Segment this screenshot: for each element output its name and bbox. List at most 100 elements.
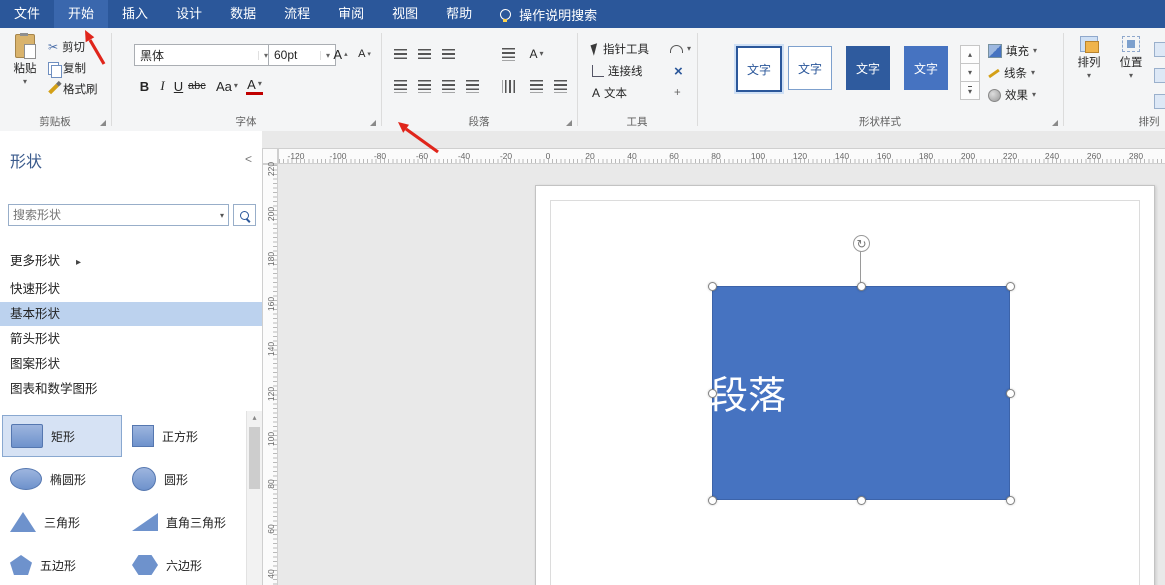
- tab-视图[interactable]: 视图: [378, 0, 432, 28]
- tab-帮助[interactable]: 帮助: [432, 0, 486, 28]
- clipped-ribbon-button[interactable]: [1154, 68, 1165, 83]
- connector-tool-button[interactable]: 连接线: [592, 62, 643, 80]
- align-top-button[interactable]: [392, 44, 409, 64]
- shape-search-button[interactable]: [233, 204, 256, 226]
- increase-indent-button[interactable]: [552, 76, 569, 96]
- resize-handle-se[interactable]: [1006, 496, 1015, 505]
- category-基本形状[interactable]: 基本形状: [0, 302, 262, 326]
- tab-设计[interactable]: 设计: [162, 0, 216, 28]
- resize-handle-s[interactable]: [857, 496, 866, 505]
- connection-point-tool-button[interactable]: ×: [674, 62, 683, 80]
- pentagon-icon: [10, 555, 32, 575]
- styles-scroll-up-button[interactable]: ▴: [960, 45, 980, 64]
- grow-font-button[interactable]: A ▴: [332, 44, 349, 64]
- resize-handle-sw[interactable]: [708, 496, 717, 505]
- justify-button[interactable]: [464, 76, 481, 96]
- resize-handle-e[interactable]: [1006, 389, 1015, 398]
- bold-button[interactable]: B: [136, 76, 153, 96]
- clipped-ribbon-button[interactable]: [1154, 42, 1165, 57]
- fill-button[interactable]: 填充 ▾: [988, 42, 1037, 60]
- tab-开始[interactable]: 开始: [54, 0, 109, 28]
- shape-item-五边形[interactable]: 五边形: [2, 544, 122, 585]
- scrollbar-thumb[interactable]: [249, 427, 260, 489]
- shape-search-input[interactable]: [9, 208, 216, 222]
- arrange-button[interactable]: 排列 ▾: [1070, 34, 1108, 80]
- shape-item-矩形[interactable]: 矩形: [2, 415, 122, 457]
- cut-button[interactable]: ✂ 剪切: [48, 38, 85, 56]
- format-painter-button[interactable]: 格式刷: [48, 80, 98, 98]
- shrink-font-button[interactable]: A ▾: [356, 44, 373, 64]
- category-快速形状[interactable]: 快速形状: [0, 277, 262, 301]
- shape-item-椭圆形[interactable]: 椭圆形: [2, 458, 122, 500]
- shape-item-六边形[interactable]: 六边形: [124, 544, 244, 585]
- tab-流程[interactable]: 流程: [270, 0, 324, 28]
- align-middle-button[interactable]: [416, 44, 433, 64]
- category-图案形状[interactable]: 图案形状: [0, 352, 262, 376]
- h-ruler-label: 20: [585, 151, 595, 161]
- shape-item-正方形[interactable]: 正方形: [124, 415, 244, 457]
- change-case-button[interactable]: Aa ▾: [216, 76, 238, 96]
- style-preview-label: 文字: [746, 62, 771, 77]
- line-button[interactable]: 线条 ▾: [988, 64, 1035, 82]
- copy-button[interactable]: 复制: [48, 59, 86, 78]
- shape-item-直角三角形[interactable]: 直角三角形: [124, 501, 244, 543]
- bullets-button[interactable]: [500, 44, 517, 64]
- arc-tool-button[interactable]: ▾: [670, 40, 691, 58]
- dialog-launcher-icon[interactable]: [370, 120, 376, 126]
- dialog-launcher-icon[interactable]: [566, 120, 572, 126]
- collapse-panel-icon[interactable]: <: [245, 152, 252, 166]
- position-button[interactable]: 位置 ▾: [1112, 34, 1150, 80]
- font-group-label: 字体: [235, 116, 257, 128]
- resize-handle-ne[interactable]: [1006, 282, 1015, 291]
- selected-rectangle-shape[interactable]: 段落: [710, 286, 1010, 500]
- panel-scrollbar[interactable]: ▴: [246, 411, 262, 585]
- text-tool-button[interactable]: A 文本: [592, 84, 627, 102]
- styles-more-button[interactable]: ▾: [960, 81, 980, 100]
- tell-me-search[interactable]: 操作说明搜索: [500, 5, 597, 24]
- dialog-launcher-icon[interactable]: [1052, 120, 1058, 126]
- shape-item-三角形[interactable]: 三角形: [2, 501, 122, 543]
- style-preview-medium[interactable]: 文字: [904, 46, 948, 90]
- dialog-launcher-icon[interactable]: [100, 120, 106, 126]
- tab-文件[interactable]: 文件: [0, 0, 54, 28]
- decrease-indent-button[interactable]: [528, 76, 545, 96]
- resize-handle-w[interactable]: [708, 389, 717, 398]
- v-ruler-label: 200: [266, 206, 276, 222]
- clipped-ribbon-button[interactable]: [1154, 94, 1165, 109]
- align-right-button[interactable]: [440, 76, 457, 96]
- align-bottom-button[interactable]: [440, 44, 457, 64]
- more-tools-button[interactable]: +: [674, 84, 681, 102]
- tab-数据[interactable]: 数据: [216, 0, 270, 28]
- styles-scroll-down-button[interactable]: ▾: [960, 63, 980, 82]
- underline-button[interactable]: U: [170, 76, 187, 96]
- paste-button[interactable]: 粘贴 ▾: [6, 32, 44, 86]
- caret-down-icon: ▾: [219, 210, 224, 220]
- shape-search-box[interactable]: ▾: [8, 204, 229, 226]
- font-size-combo[interactable]: 60pt ▾: [268, 44, 336, 66]
- work-area[interactable]: 段落 ↻: [278, 164, 1165, 585]
- rotation-handle[interactable]: ↻: [853, 235, 870, 252]
- down-icon: ▾: [967, 68, 972, 77]
- resize-handle-n[interactable]: [857, 282, 866, 291]
- tab-插入[interactable]: 插入: [108, 0, 162, 28]
- style-preview-dark[interactable]: 文字: [846, 46, 890, 90]
- shape-item-圆形[interactable]: 圆形: [124, 458, 244, 500]
- align-center-button[interactable]: [416, 76, 433, 96]
- text-direction-button[interactable]: A ▾: [528, 44, 545, 64]
- category-更多形状[interactable]: 更多形状 ▸: [0, 249, 262, 273]
- strikethrough-button[interactable]: abc: [188, 76, 206, 96]
- style-preview-outline[interactable]: 文字: [788, 46, 832, 90]
- resize-handle-nw[interactable]: [708, 282, 717, 291]
- tab-审阅[interactable]: 审阅: [324, 0, 378, 28]
- italic-button[interactable]: I: [154, 76, 171, 96]
- caret-down-icon: ▾: [1031, 68, 1036, 77]
- style-preview-selected[interactable]: 文字: [736, 46, 782, 92]
- align-left-button[interactable]: [392, 76, 409, 96]
- category-箭头形状[interactable]: 箭头形状: [0, 327, 262, 351]
- font-color-button[interactable]: A ▾: [246, 76, 263, 95]
- effects-button[interactable]: 效果 ▾: [988, 86, 1036, 104]
- vertical-text-button[interactable]: [500, 76, 517, 96]
- category-图表和数学图形[interactable]: 图表和数学图形: [0, 377, 262, 401]
- font-name-combo[interactable]: 黑体 ▾: [134, 44, 274, 66]
- pointer-tool-button[interactable]: 指针工具: [590, 40, 649, 58]
